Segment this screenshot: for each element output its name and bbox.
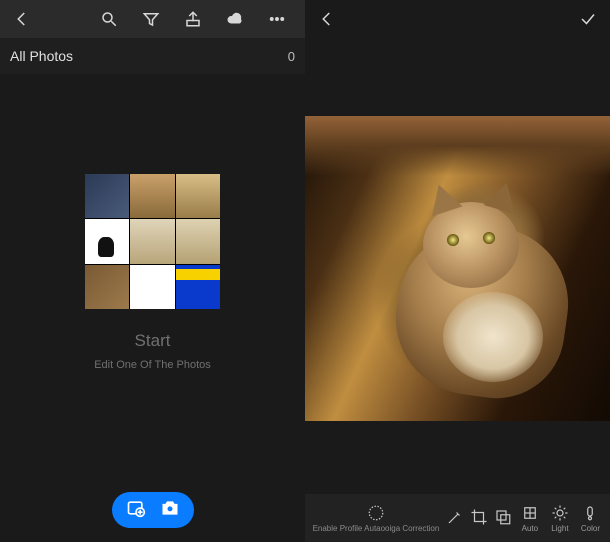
thumb-cell — [176, 219, 220, 263]
filter-icon[interactable] — [135, 3, 167, 35]
thumb-cell — [85, 174, 129, 218]
photo-preview — [305, 116, 610, 421]
back-button[interactable] — [6, 3, 38, 35]
thumb-cell — [130, 174, 174, 218]
library-content: Start Edit One Of The Photos — [0, 74, 305, 542]
light-tool[interactable]: Light — [545, 494, 575, 542]
library-pane: All Photos 0 Start Edit One Of The Photo… — [0, 0, 305, 542]
profile-correction-label: Enable Profile Autaooiga Correction — [313, 524, 440, 533]
auto-label: Auto — [522, 524, 538, 533]
thumb-cell — [130, 265, 174, 309]
thumb-cell — [130, 219, 174, 263]
crop-tool[interactable] — [467, 494, 491, 542]
start-subtitle: Edit One Of The Photos — [94, 359, 211, 371]
heal-tool[interactable] — [443, 494, 467, 542]
confirm-button[interactable] — [572, 3, 604, 35]
thumb-cell — [85, 219, 129, 263]
editor-topbar — [305, 0, 610, 38]
editor-pane: Enable Profile Autaooiga Correction Auto… — [305, 0, 610, 542]
album-header[interactable]: All Photos 0 — [0, 38, 305, 74]
color-tool[interactable]: Color — [575, 494, 606, 542]
photo-count: 0 — [288, 49, 295, 64]
add-photo-button[interactable] — [126, 498, 146, 523]
editor-back-button[interactable] — [311, 3, 343, 35]
share-icon[interactable] — [177, 3, 209, 35]
album-title: All Photos — [10, 48, 73, 64]
light-label: Light — [551, 524, 568, 533]
more-icon[interactable] — [261, 3, 293, 35]
editor-canvas[interactable] — [305, 38, 610, 542]
search-icon[interactable] — [93, 3, 125, 35]
thumb-cell — [85, 265, 129, 309]
presets-tool[interactable] — [491, 494, 515, 542]
thumb-cell — [176, 174, 220, 218]
editor-toolbar: Enable Profile Autaooiga Correction Auto… — [305, 494, 610, 542]
thumb-cell — [176, 265, 220, 309]
color-label: Color — [581, 524, 600, 533]
profile-correction-tool[interactable]: Enable Profile Autaooiga Correction — [309, 494, 443, 542]
cloud-icon[interactable] — [219, 3, 251, 35]
library-topbar — [0, 0, 305, 38]
photo-grid-thumbnail[interactable] — [85, 174, 220, 309]
start-title: Start — [135, 331, 171, 351]
auto-tool[interactable]: Auto — [515, 494, 545, 542]
camera-button[interactable] — [160, 498, 180, 523]
action-pill — [112, 492, 194, 528]
